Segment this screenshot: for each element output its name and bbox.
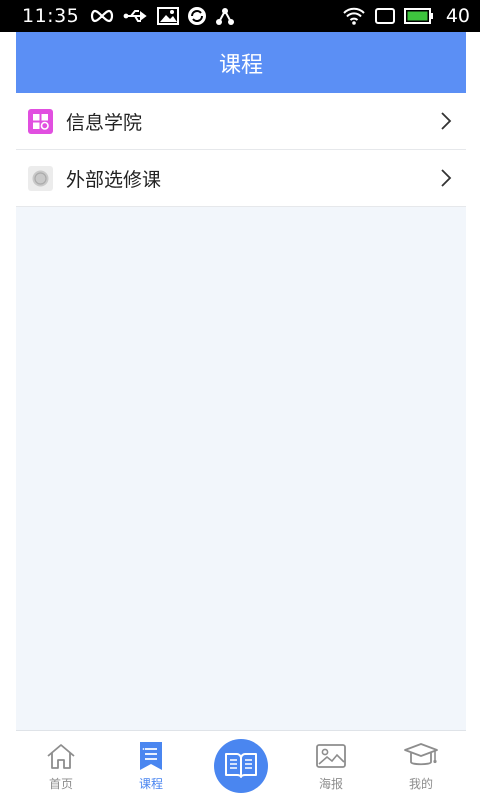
status-bar-left: 11:35 [22, 5, 243, 27]
battery-level: 40 [445, 5, 470, 27]
status-bar: 11:35 40 [0, 0, 480, 32]
image-icon [157, 7, 180, 25]
screen-icon [374, 7, 396, 25]
list-item-waibu-xuanxiuke[interactable]: 外部选修课 [16, 150, 466, 207]
graduation-cap-icon [403, 741, 439, 771]
bottom-tab-bar: 首页 课程 海报 我的 [16, 730, 466, 800]
book-icon [223, 749, 259, 783]
tab-home[interactable]: 首页 [16, 731, 106, 792]
header-bar: 课程 [16, 32, 466, 93]
tab-label: 海报 [318, 777, 343, 791]
tab-posters[interactable]: 海报 [286, 731, 376, 792]
list-item-label: 信息学院 [66, 111, 143, 134]
center-circle [214, 739, 268, 793]
sync-icon [187, 6, 207, 26]
picture-icon [315, 741, 347, 771]
tab-courses[interactable]: 课程 [106, 731, 196, 792]
chevron-right-icon [440, 168, 452, 188]
center-action-button[interactable] [196, 731, 286, 793]
page-title: 课程 [218, 52, 263, 78]
tab-label: 课程 [138, 777, 163, 791]
battery-icon [403, 7, 434, 25]
status-time: 11:35 [22, 5, 80, 27]
course-category-list: 信息学院 外部选修课 [16, 93, 466, 207]
list-item-label: 外部选修课 [66, 168, 162, 191]
home-icon [45, 741, 77, 771]
coin-icon [28, 165, 53, 191]
share-icon [215, 6, 235, 26]
infinity-icon [89, 9, 115, 23]
wifi-icon [342, 7, 366, 25]
tab-profile[interactable]: 我的 [376, 731, 466, 792]
list-item-xinxi-xueyuan[interactable]: 信息学院 [16, 93, 466, 150]
app-container: 课程 信息学院 外部选修课 首页 课程 海报 我的 [16, 32, 466, 800]
status-bar-right: 40 [342, 5, 470, 27]
tab-label: 首页 [48, 777, 73, 791]
tab-label: 我的 [408, 777, 433, 791]
chevron-right-icon [440, 111, 452, 131]
bookmark-list-icon [138, 741, 164, 771]
usb-icon [123, 8, 149, 24]
grid-icon [28, 108, 53, 134]
